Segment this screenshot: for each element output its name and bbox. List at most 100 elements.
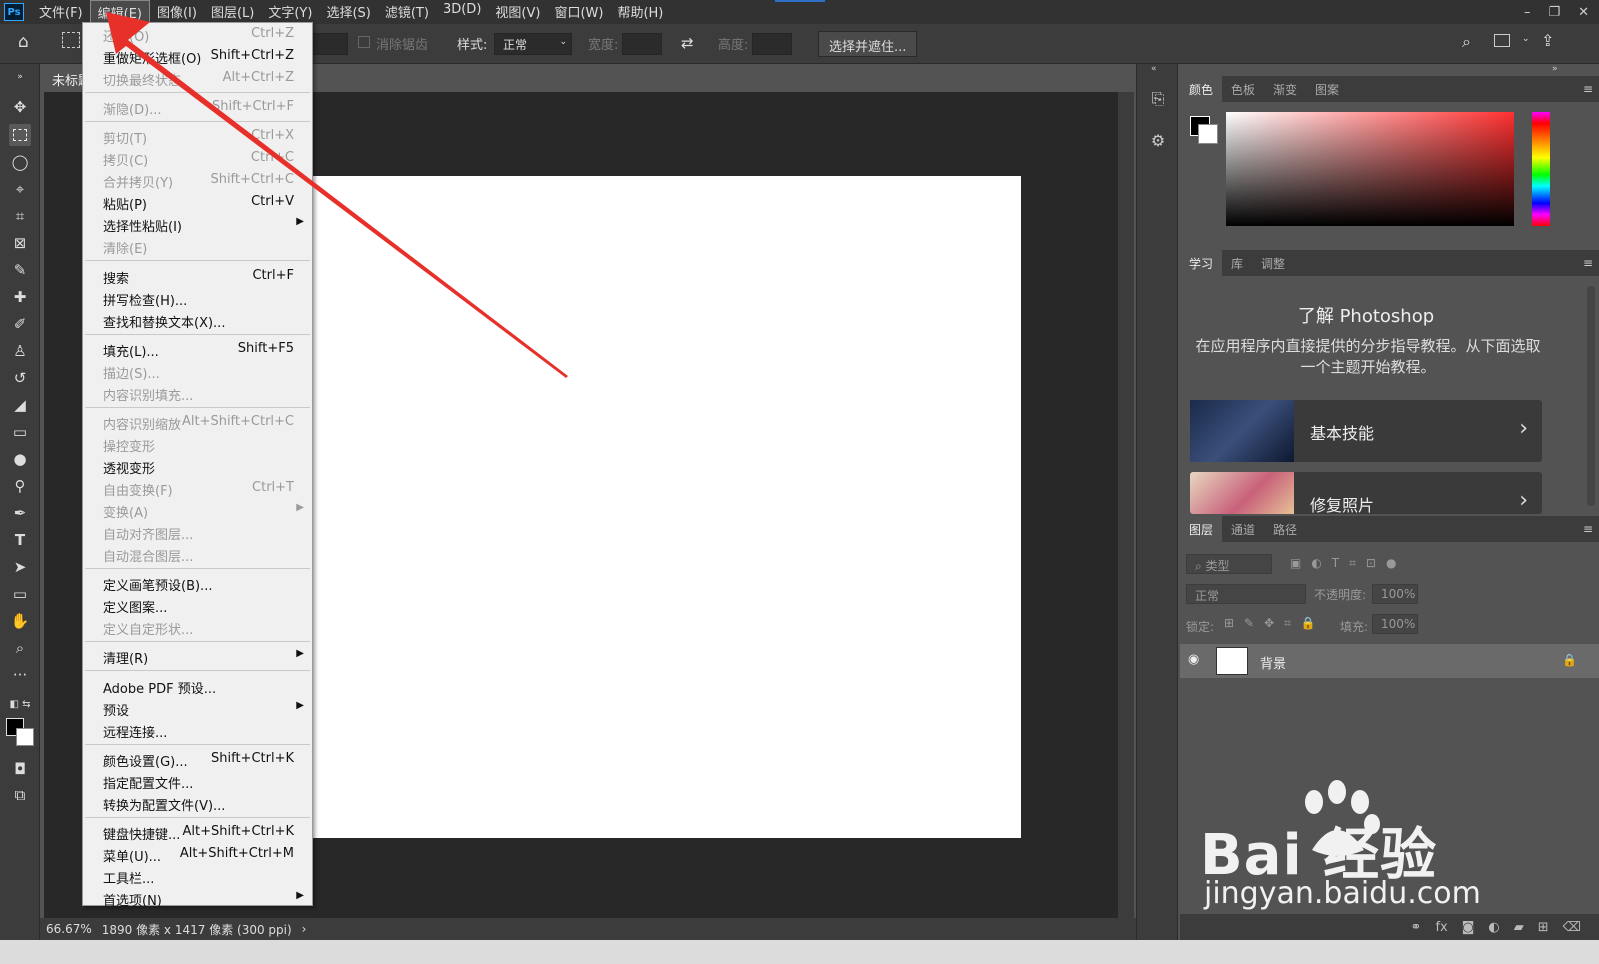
tab-0[interactable]: 学习	[1180, 250, 1223, 276]
search-icon[interactable]: ⌕	[1462, 32, 1471, 52]
edit-menu-item[interactable]: 粘贴(P) Ctrl+V	[83, 191, 312, 213]
history-brush-tool-icon[interactable]: ↺	[9, 367, 31, 389]
edit-menu-item[interactable]: 自动混合图层...	[83, 543, 312, 565]
mask-icon[interactable]: ◙	[1462, 920, 1475, 935]
collapse-icon[interactable]: »	[9, 66, 31, 88]
menu-item-6[interactable]: 滤镜(T)	[378, 0, 436, 25]
workspace-icon[interactable]	[1494, 34, 1510, 47]
blur-tool-icon[interactable]: ●	[9, 448, 31, 470]
new-layer-icon[interactable]: ⊞	[1538, 920, 1549, 935]
tab-2[interactable]: 渐变	[1264, 76, 1306, 102]
width-field[interactable]	[622, 33, 662, 55]
edit-menu-item[interactable]: 定义自定形状...	[83, 616, 312, 638]
menu-item-3[interactable]: 图层(L)	[204, 0, 261, 25]
height-field[interactable]	[752, 33, 792, 55]
panel-menu-icon[interactable]: ≡	[1583, 522, 1593, 536]
chevron-right-icon[interactable]: ›	[302, 922, 307, 936]
hue-slider[interactable]	[1532, 112, 1550, 226]
quick-select-tool-icon[interactable]: ⌖	[9, 178, 31, 200]
edit-menu-item[interactable]: 预设 ▶	[83, 697, 312, 719]
learn-card-fix-photos[interactable]: 修复照片 ›	[1190, 472, 1542, 514]
edit-menu-item[interactable]: 拷贝(C) Ctrl+C	[83, 147, 312, 169]
feather-field[interactable]	[312, 33, 348, 55]
marquee-tool-icon[interactable]	[9, 124, 31, 146]
panel-menu-icon[interactable]: ≡	[1583, 82, 1593, 96]
antialias-checkbox[interactable]	[358, 36, 370, 48]
tab-1[interactable]: 库	[1222, 250, 1252, 276]
more-tools-icon[interactable]: ···	[9, 664, 31, 686]
style-select[interactable]: 正常 ⌄	[494, 33, 572, 55]
tab-3[interactable]: 图案	[1306, 76, 1348, 102]
edit-menu-item[interactable]: 切换最终状态 Alt+Ctrl+Z	[83, 67, 312, 89]
opacity-field[interactable]: 100%	[1372, 584, 1418, 604]
edit-menu-item[interactable]: 选择性粘贴(I) ▶	[83, 213, 312, 235]
select-and-mask-button[interactable]: 选择并遮住...	[818, 31, 918, 57]
edit-menu-item[interactable]: 内容识别填充...	[83, 382, 312, 404]
swap-icon[interactable]: ⇄	[681, 34, 694, 52]
properties-panel-icon[interactable]: ⚙	[1145, 128, 1171, 154]
dodge-tool-icon[interactable]: ⚲	[9, 475, 31, 497]
edit-menu-item[interactable]: 重做矩形选框(O) Shift+Ctrl+Z	[83, 45, 312, 67]
tab-1[interactable]: 色板	[1222, 76, 1264, 102]
tab-0[interactable]: 颜色	[1180, 76, 1223, 102]
lasso-tool-icon[interactable]: ◯	[9, 151, 31, 173]
marquee-preset-icon[interactable]	[62, 32, 80, 48]
document-canvas[interactable]	[312, 176, 1021, 838]
edit-menu-item[interactable]: 描边(S)...	[83, 360, 312, 382]
edit-menu-item[interactable]: 定义画笔预设(B)...	[83, 572, 312, 594]
edit-menu-item[interactable]: 首选项(N) ▶	[83, 887, 312, 909]
tab-2[interactable]: 调整	[1252, 250, 1294, 276]
edit-menu-item[interactable]: 自由变换(F) Ctrl+T	[83, 477, 312, 499]
folder-icon[interactable]: ▰	[1514, 920, 1524, 935]
edit-menu-item[interactable]: 变换(A) ▶	[83, 499, 312, 521]
quick-mask-icon[interactable]: ◘	[9, 758, 31, 780]
edit-menu-item[interactable]: 键盘快捷键... Alt+Shift+Ctrl+K	[83, 821, 312, 843]
edit-menu-item[interactable]: 内容识别缩放 Alt+Shift+Ctrl+C	[83, 411, 312, 433]
chevron-down-icon[interactable]: ⌄	[1522, 34, 1530, 44]
tab-1[interactable]: 通道	[1222, 516, 1264, 542]
edit-menu-item[interactable]: 指定配置文件...	[83, 770, 312, 792]
collapse-icon[interactable]: «	[1151, 64, 1157, 74]
layer-row[interactable]: ◉ 背景 🔒	[1180, 644, 1599, 678]
eraser-tool-icon[interactable]: ◢	[9, 394, 31, 416]
lock-icons[interactable]: ⊞✎✥⌗🔒	[1224, 616, 1326, 631]
stamp-tool-icon[interactable]: ♙	[9, 340, 31, 362]
background-color-swatch[interactable]	[1198, 124, 1218, 144]
move-tool-icon[interactable]: ✥	[9, 96, 31, 118]
rectangle-tool-icon[interactable]: ▭	[9, 583, 31, 605]
restore-icon[interactable]: ❐	[1548, 5, 1560, 20]
edit-menu-item[interactable]: 查找和替换文本(X)...	[83, 309, 312, 331]
minimize-icon[interactable]: –	[1524, 5, 1531, 20]
brush-tool-icon[interactable]: ✐	[9, 313, 31, 335]
close-icon[interactable]: ✕	[1578, 5, 1589, 20]
edit-menu-item[interactable]: 工具栏...	[83, 865, 312, 887]
learn-card-basic-skills[interactable]: 基本技能 ›	[1190, 400, 1542, 462]
healing-brush-tool-icon[interactable]: ✚	[9, 286, 31, 308]
edit-menu-item[interactable]: 清除(E)	[83, 235, 312, 257]
edit-menu-item[interactable]: 填充(L)... Shift+F5	[83, 338, 312, 360]
share-icon[interactable]: ⇪	[1541, 31, 1554, 50]
menu-item-5[interactable]: 选择(S)	[319, 0, 377, 25]
edit-menu-item[interactable]: 颜色设置(G)... Shift+Ctrl+K	[83, 748, 312, 770]
edit-menu-item[interactable]: 剪切(T) Ctrl+X	[83, 125, 312, 147]
collapse-icon[interactable]: »	[1552, 64, 1558, 74]
menu-item-8[interactable]: 视图(V)	[488, 0, 547, 25]
crop-tool-icon[interactable]: ⌗	[9, 205, 31, 227]
menu-item-10[interactable]: 帮助(H)	[610, 0, 670, 25]
background-color-swatch[interactable]	[16, 728, 34, 746]
tab-2[interactable]: 路径	[1264, 516, 1306, 542]
edit-menu-item[interactable]: 操控变形	[83, 433, 312, 455]
edit-menu-item[interactable]: 合并拷贝(Y) Shift+Ctrl+C	[83, 169, 312, 191]
menu-item-0[interactable]: 文件(F)	[32, 0, 90, 25]
edit-menu-item[interactable]: 渐隐(D)... Shift+Ctrl+F	[83, 96, 312, 118]
pen-tool-icon[interactable]: ✒	[9, 502, 31, 524]
edit-menu-item[interactable]: 自动对齐图层...	[83, 521, 312, 543]
type-tool-icon[interactable]: T	[9, 529, 31, 551]
history-panel-icon[interactable]: ⎘	[1145, 86, 1171, 112]
fx-icon[interactable]: fx	[1435, 920, 1447, 935]
edit-menu-item[interactable]: 定义图案...	[83, 594, 312, 616]
zoom-level[interactable]: 66.67%	[46, 922, 92, 936]
adjustment-icon[interactable]: ◐	[1488, 920, 1499, 935]
edit-menu-item[interactable]: 远程连接...	[83, 719, 312, 741]
menu-item-4[interactable]: 文字(Y)	[261, 0, 319, 25]
